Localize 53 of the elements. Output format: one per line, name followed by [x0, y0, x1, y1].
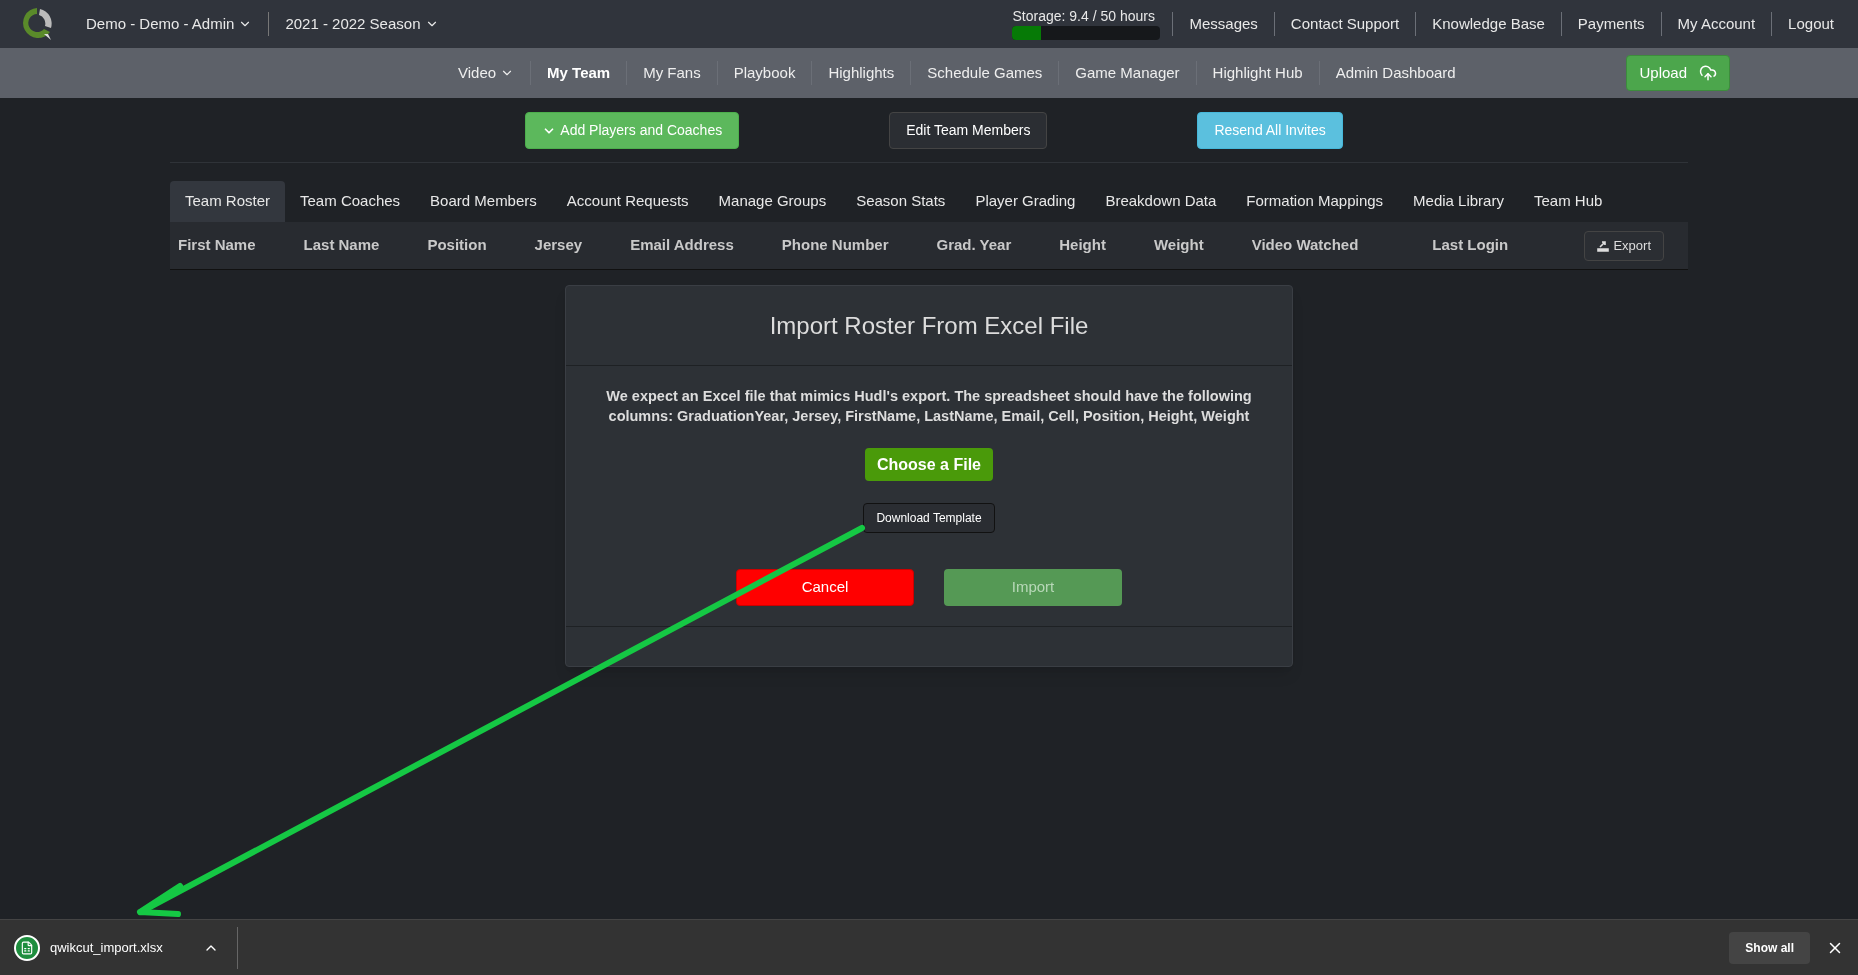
- tab[interactable]: Team Roster: [170, 181, 286, 222]
- account-dropdown[interactable]: Demo - Demo - Admin: [86, 12, 253, 36]
- export-icon: [1597, 239, 1610, 252]
- column-header[interactable]: Weight: [1153, 234, 1216, 257]
- column-header[interactable]: Height: [1059, 234, 1118, 257]
- tab[interactable]: Formation Mappings: [1231, 181, 1399, 222]
- top-link[interactable]: Messages: [1185, 12, 1262, 36]
- nav-item[interactable]: Video: [454, 61, 519, 85]
- tab[interactable]: Board Members: [415, 181, 552, 222]
- action-button[interactable]: Edit Team Members: [889, 112, 1048, 149]
- storage-label: Storage: 9.4 / 50 hours: [1012, 8, 1155, 24]
- column-header[interactable]: Last Login: [1432, 234, 1509, 257]
- column-header[interactable]: First Name: [178, 234, 268, 257]
- column-header[interactable]: Jersey: [534, 234, 595, 257]
- tab[interactable]: Player Grading: [960, 181, 1091, 222]
- nav-item[interactable]: Playbook: [729, 61, 800, 85]
- cancel-button[interactable]: Cancel: [736, 569, 914, 606]
- top-link[interactable]: Logout: [1784, 12, 1838, 36]
- nav-item[interactable]: My Fans: [639, 61, 705, 85]
- nav-item[interactable]: Schedule Games: [923, 61, 1047, 85]
- tab[interactable]: Account Requests: [551, 181, 704, 222]
- tab[interactable]: Breakdown Data: [1090, 181, 1232, 222]
- column-header[interactable]: Last Name: [303, 234, 392, 257]
- tab[interactable]: Season Stats: [841, 181, 961, 222]
- column-header[interactable]: Video Watched: [1251, 234, 1371, 257]
- modal-title: Import Roster From Excel File: [769, 310, 1089, 341]
- tab[interactable]: Team Coaches: [285, 181, 416, 222]
- modal-message: We expect an Excel file that mimics Hudl's export. The spreadsheet should have the following columns: GraduationYear, Jersey, FirstName, LastName, Email, Cell, Position, Height, Weight: [605, 387, 1253, 426]
- column-header[interactable]: Grad. Year: [936, 234, 1024, 257]
- nav-item[interactable]: Highlight Hub: [1208, 61, 1307, 85]
- tab[interactable]: Media Library: [1398, 181, 1519, 222]
- choose-file-button[interactable]: Choose a File: [865, 448, 993, 481]
- upload-icon: [1699, 64, 1717, 82]
- download-file-name[interactable]: qwikcut_import.xlsx: [50, 937, 163, 958]
- nav-item[interactable]: Game Manager: [1071, 61, 1184, 85]
- top-link[interactable]: My Account: [1673, 12, 1760, 36]
- download-template-button[interactable]: Download Template: [863, 503, 995, 533]
- nav-item[interactable]: Highlights: [824, 61, 899, 85]
- show-all-button[interactable]: Show all: [1729, 931, 1810, 964]
- tab[interactable]: Manage Groups: [703, 181, 842, 222]
- column-header[interactable]: Position: [427, 234, 499, 257]
- top-link[interactable]: Knowledge Base: [1428, 12, 1549, 36]
- column-header[interactable]: Phone Number: [781, 234, 901, 257]
- export-button[interactable]: Export: [1584, 230, 1664, 261]
- spreadsheet-icon: [14, 934, 40, 961]
- nav-item[interactable]: My Team: [543, 61, 615, 85]
- logo-icon[interactable]: [20, 6, 54, 42]
- column-header[interactable]: Email Address: [630, 234, 746, 257]
- tab[interactable]: Team Hub: [1518, 181, 1618, 222]
- season-dropdown[interactable]: 2021 - 2022 Season: [285, 12, 439, 36]
- top-link[interactable]: Contact Support: [1286, 12, 1404, 36]
- top-link[interactable]: Payments: [1573, 12, 1649, 36]
- nav-item[interactable]: Admin Dashboard: [1331, 61, 1460, 85]
